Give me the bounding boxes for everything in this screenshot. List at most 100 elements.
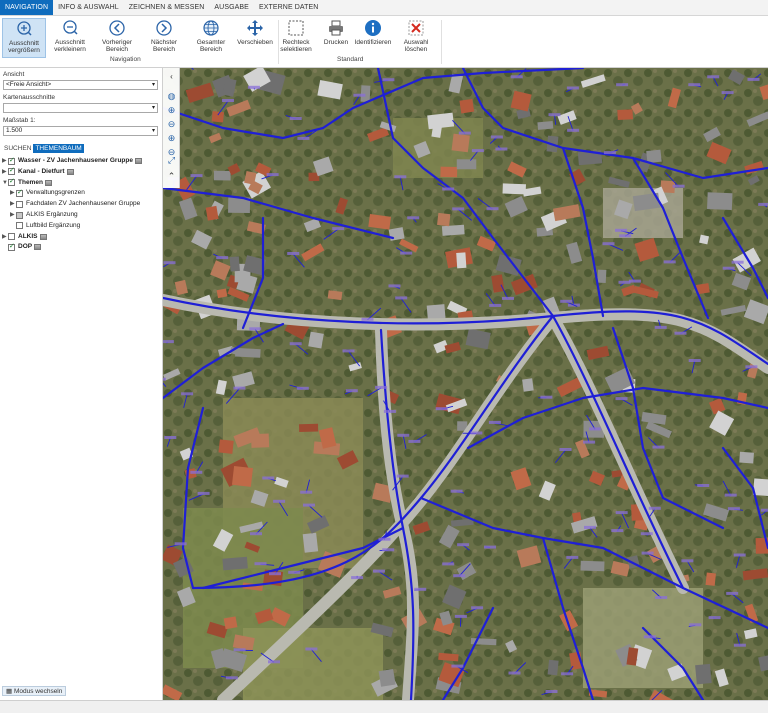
tab-ausgabe[interactable]: AUSGABE <box>209 0 254 15</box>
tab-suchen[interactable]: SUCHEN <box>2 144 33 153</box>
layer-checkbox[interactable] <box>16 211 23 219</box>
layer-checkbox[interactable] <box>16 188 23 198</box>
pipe-annotation <box>396 474 409 478</box>
pipe-annotation <box>373 569 385 573</box>
building-roof <box>440 166 458 178</box>
pipe-annotation <box>414 587 427 591</box>
tree-item-label: Verwaltungsgrenzen <box>26 189 85 197</box>
massstab-select[interactable]: 1.500 ▾ <box>3 126 158 136</box>
layer-checkbox[interactable] <box>8 242 15 252</box>
tree-item[interactable]: ▶Verwaltungsgrenzen <box>10 188 85 198</box>
pipe-annotation <box>619 234 632 238</box>
kartenausschnitte-select[interactable]: ▾ <box>3 103 158 113</box>
legend-icon[interactable] <box>44 179 52 186</box>
tab-zeichnen-messen[interactable]: ZEICHNEN & MESSEN <box>124 0 210 15</box>
tree-item[interactable]: DOP <box>2 242 42 252</box>
building-roof <box>459 98 475 114</box>
legend-icon[interactable] <box>135 158 142 164</box>
full-extent-button[interactable]: Gesamter Bereich <box>189 18 233 58</box>
ansicht-select[interactable]: <Freie Ansicht> ▾ <box>3 80 158 90</box>
building-roof <box>378 668 396 687</box>
tab-themenbaum[interactable]: THEMENBAUM <box>33 144 84 153</box>
layer-checkbox[interactable] <box>8 233 15 241</box>
layer-checkbox[interactable] <box>16 200 23 208</box>
massstab-value: 1.500 <box>6 127 23 134</box>
tab-externe-daten[interactable]: EXTERNE DATEN <box>254 0 324 15</box>
building-roof <box>451 133 470 153</box>
pipe-annotation <box>382 548 395 552</box>
zoom-out-icon[interactable]: ⊖ <box>166 119 177 130</box>
mode-switch-button[interactable]: ▦ Modus wechseln <box>2 686 67 696</box>
tab-navigation[interactable]: NAVIGATION <box>0 0 54 15</box>
layer-checkbox[interactable] <box>8 156 15 166</box>
panel-subtabs: SUCHEN THEMENBAUM <box>2 144 84 153</box>
zoom-in-small-icon[interactable]: ⊕ <box>166 133 177 144</box>
pipe-annotation <box>458 131 471 135</box>
pan-button[interactable]: Verschieben <box>233 18 277 58</box>
pipe-annotation <box>722 266 735 270</box>
legend-icon[interactable] <box>34 244 42 251</box>
pipe-annotation <box>672 184 685 188</box>
pipe-annotation <box>681 559 694 563</box>
pipe-annotation <box>305 647 318 651</box>
identify-button[interactable]: Identifizieren <box>351 18 395 58</box>
pipe-annotation <box>663 260 676 264</box>
pipe-annotation <box>655 596 668 599</box>
tree-item[interactable]: ▶ Fachdaten ZV Jachenhausener Gruppe <box>10 199 140 209</box>
pipe-annotation <box>471 606 484 610</box>
pipe-annotation <box>222 99 234 102</box>
tree-item[interactable]: ▶Wasser - ZV Jachenhausener Gruppe <box>2 156 142 166</box>
tree-item[interactable]: ▼Themen <box>2 177 52 188</box>
legend-icon[interactable] <box>39 233 47 240</box>
building-roof <box>695 663 712 685</box>
tree-item-label: ALKIS Ergänzung <box>26 211 78 218</box>
pipe-annotation <box>225 676 238 680</box>
map-toolbar: ‹ ◍ ⊕ ⊖ ⊕ ⊖ ⤢ ⌃ <box>163 68 180 188</box>
building-roof <box>522 378 534 392</box>
rectangle-select-button[interactable]: Rechteck selektieren <box>274 18 318 58</box>
building-roof <box>222 556 248 571</box>
ansicht-value: <Freie Ansicht> <box>6 81 52 88</box>
mode-switch-label: Modus wechseln <box>13 688 63 695</box>
tree-item-label: Kanal - Dietfurt <box>18 167 65 175</box>
layer-checkbox[interactable] <box>8 166 15 176</box>
zoom-out-button[interactable]: Ausschnitt verkleinern <box>48 18 92 58</box>
pipe-annotation <box>375 385 388 389</box>
zoom-in-icon[interactable]: ⊕ <box>166 105 177 116</box>
building-roof <box>216 288 228 299</box>
layer-checkbox[interactable] <box>8 177 15 187</box>
pipe-annotation <box>273 499 286 503</box>
clear-selection-button[interactable]: Auswahl löschen <box>394 18 438 58</box>
full-extent-icon[interactable]: ⤢ <box>166 155 177 166</box>
pipe-annotation <box>394 175 407 179</box>
layer-checkbox[interactable] <box>16 222 23 230</box>
pipe-annotation <box>297 136 310 140</box>
pipe-annotation <box>452 207 465 211</box>
tab-info-auswahl[interactable]: INFO & AUSWAHL <box>53 0 124 15</box>
tree-item[interactable]: ▶ ALKIS Ergänzung <box>10 210 78 220</box>
left-panel: Ansicht <Freie Ansicht> ▾ Kartenausschnit… <box>0 68 163 713</box>
pipe-annotation <box>382 78 395 82</box>
move-arrows-icon <box>247 20 263 36</box>
rectangle-select-label: Rechteck selektieren <box>280 39 312 53</box>
pipe-annotation <box>269 572 281 576</box>
tree-item[interactable]: ▶ ALKIS <box>2 232 47 242</box>
pipe-annotation <box>560 299 573 303</box>
next-extent-button[interactable]: Nächster Bereich <box>142 18 186 58</box>
collapse-panel-icon[interactable]: ‹ <box>166 71 177 82</box>
tree-item[interactable]: ▶Kanal - Dietfurt <box>2 166 74 177</box>
chevron-up-icon[interactable]: ⌃ <box>166 171 177 182</box>
pipe-annotation <box>486 207 499 211</box>
previous-extent-button[interactable]: Vorheriger Bereich <box>95 18 139 58</box>
zoom-in-button[interactable]: Ausschnitt vergrößern <box>2 18 46 58</box>
globe-icon[interactable]: ◍ <box>166 91 177 102</box>
legend-icon[interactable] <box>66 168 74 175</box>
map-view[interactable] <box>163 68 768 700</box>
pipe-annotation <box>708 616 721 620</box>
building-roof <box>427 112 455 130</box>
pipe-annotation <box>731 260 744 264</box>
building-roof <box>223 616 238 630</box>
tree-item[interactable]: Luftbild Ergänzung <box>10 221 80 231</box>
pipe-annotation <box>289 117 302 120</box>
building-roof <box>707 192 733 210</box>
